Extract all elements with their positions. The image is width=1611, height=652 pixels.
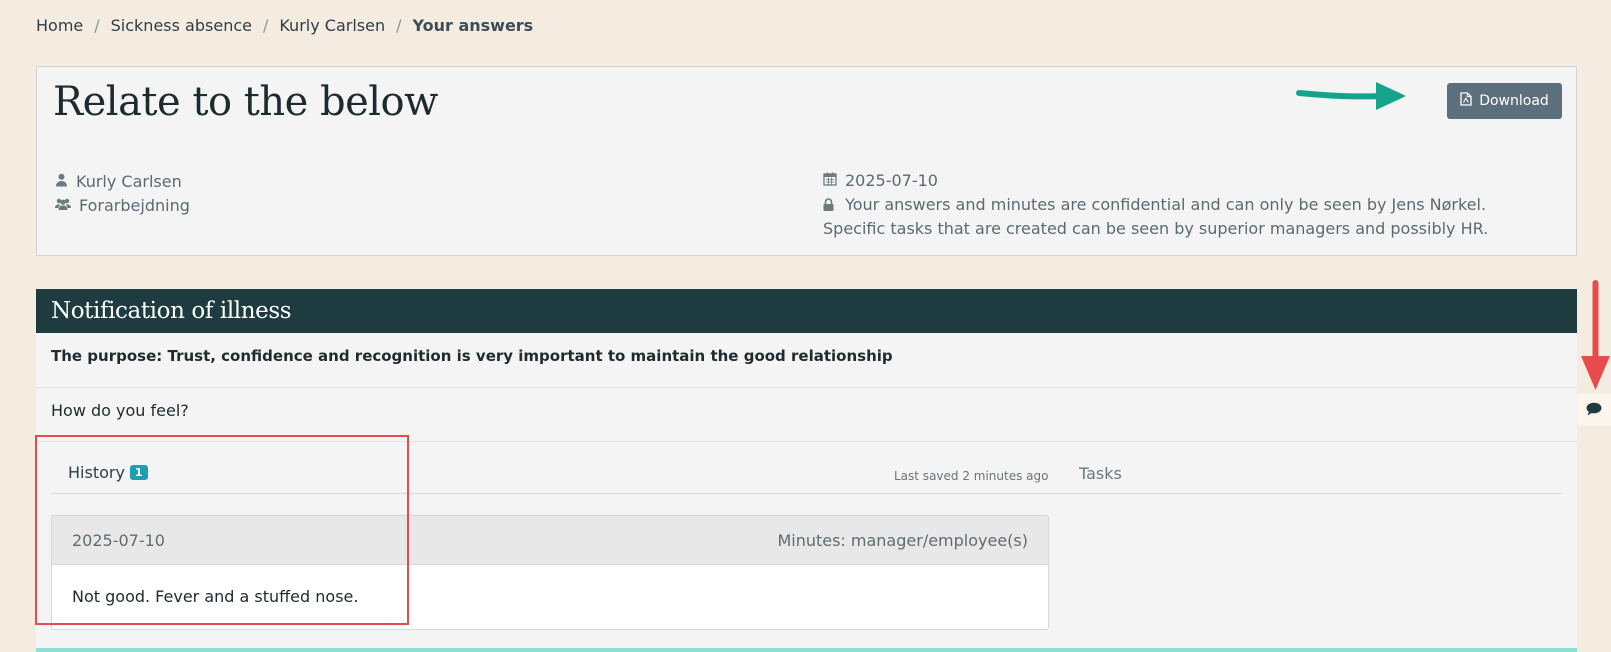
breadcrumb-separator: / <box>396 16 402 35</box>
page-title: Relate to the below <box>53 79 438 125</box>
group-name: Forarbejdning <box>79 195 190 215</box>
meta-group-row: Forarbejdning <box>55 193 190 217</box>
question-text: How do you feel? <box>51 401 189 420</box>
history-entry-type: Minutes: manager/employee(s) <box>777 530 1028 550</box>
highlight-box-annotation <box>35 435 409 625</box>
confidential-row: Your answers and minutes are confidentia… <box>823 193 1543 241</box>
section-purpose: The purpose: Trust, confidence and recog… <box>51 347 893 365</box>
comment-icon <box>1586 401 1602 420</box>
breadcrumb-home[interactable]: Home <box>36 16 83 35</box>
breadcrumb-employee[interactable]: Kurly Carlsen <box>279 16 385 35</box>
breadcrumb: Home / Sickness absence / Kurly Carlsen … <box>36 16 533 35</box>
divider <box>36 387 1577 388</box>
last-saved-status: Last saved 2 minutes ago <box>894 469 1049 483</box>
lock-icon <box>823 195 845 214</box>
meta-left: Kurly Carlsen Forarbejdning <box>55 169 190 217</box>
tab-tasks[interactable]: Tasks <box>1079 464 1122 483</box>
meta-date-row: 2025-07-10 <box>823 169 1543 193</box>
breadcrumb-separator: / <box>94 16 100 35</box>
confidential-note: Your answers and minutes are confidentia… <box>823 195 1489 238</box>
meta-right: 2025-07-10 Your answers and minutes are … <box>823 169 1543 241</box>
user-name: Kurly Carlsen <box>76 171 182 191</box>
red-arrow-annotation-icon <box>1580 280 1611 396</box>
green-arrow-annotation-icon <box>1296 80 1408 116</box>
section-title: Notification of illness <box>36 289 1577 333</box>
pdf-file-icon <box>1460 92 1472 110</box>
user-icon <box>55 172 68 191</box>
users-icon <box>55 196 71 215</box>
download-button[interactable]: Download <box>1447 83 1562 119</box>
meeting-date: 2025-07-10 <box>845 171 938 190</box>
calendar-icon <box>823 169 837 193</box>
download-label: Download <box>1479 93 1549 109</box>
tasks-tab-underline <box>1079 493 1562 494</box>
meta-user-row: Kurly Carlsen <box>55 169 190 193</box>
next-section-top-border <box>36 648 1577 652</box>
breadcrumb-current: Your answers <box>412 16 534 35</box>
breadcrumb-separator: / <box>262 16 269 35</box>
breadcrumb-sickness-absence[interactable]: Sickness absence <box>111 16 252 35</box>
chat-toggle-button[interactable] <box>1577 394 1611 426</box>
